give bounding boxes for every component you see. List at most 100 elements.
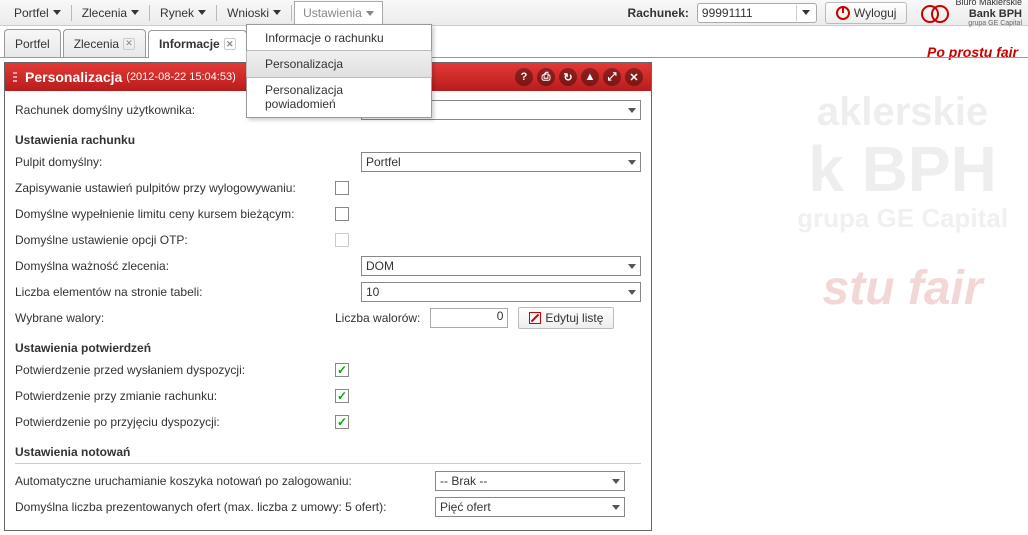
menu-ustawienia[interactable]: Ustawienia: [294, 1, 383, 25]
pulpit-select[interactable]: Portfel: [361, 152, 641, 172]
confirm-before-checkbox[interactable]: [335, 363, 349, 377]
menu-label: Portfel: [14, 6, 49, 20]
chosen-count-input[interactable]: 0: [430, 308, 508, 328]
fill-limit-checkbox[interactable]: [335, 207, 349, 221]
confirm-before-label: Potwierdzenie przed wysłaniem dyspozycji…: [15, 363, 335, 377]
caret-down-icon: [628, 290, 636, 295]
main-menu: Portfel Zlecenia Rynek Wnioski Ustawieni…: [6, 1, 383, 25]
panel-timestamp: (2012-08-22 15:04:53): [126, 71, 235, 83]
panel-body: Rachunek domyślny użytkownika: 99991111 …: [5, 91, 651, 530]
menu-zlecenia[interactable]: Zlecenia: [74, 1, 147, 25]
menu-separator: [291, 5, 292, 21]
wm-line: aklerskie: [797, 90, 1008, 134]
section-confirm: Ustawienia potwierdzeń: [15, 341, 641, 355]
validity-select[interactable]: DOM: [361, 256, 641, 276]
chosen-controls: Liczba walorów: 0 Edytuj listę: [335, 307, 614, 329]
tab-label: Portfel: [15, 37, 50, 51]
offers-select[interactable]: Pięć ofert: [435, 497, 625, 517]
menu-label: Wnioski: [227, 6, 269, 20]
menu-separator: [216, 5, 217, 21]
menu-separator: [149, 5, 150, 21]
account-select[interactable]: 99991111: [697, 3, 817, 23]
confirm-change-checkbox[interactable]: [335, 389, 349, 403]
top-menubar: Portfel Zlecenia Rynek Wnioski Ustawieni…: [0, 0, 1028, 26]
panel-collapse-icon[interactable]: ▲: [581, 68, 599, 86]
menu-wnioski[interactable]: Wnioski: [219, 1, 289, 25]
caret-down-icon: [612, 479, 620, 484]
topbar-right: Rachunek: 99991111 Wyloguj Biuro Maklers…: [628, 0, 1022, 27]
tab-label: Informacje: [159, 37, 220, 51]
grip-icon[interactable]: [13, 72, 17, 82]
logo-text: Biuro Maklerskie Bank BPH grupa GE Capit…: [955, 0, 1022, 27]
panel-title: Personalizacja: [25, 69, 122, 85]
save-desktop-checkbox[interactable]: [335, 181, 349, 195]
menu-portfel[interactable]: Portfel: [6, 1, 69, 25]
wm-line: k BPH: [797, 134, 1008, 204]
tabstrip: Portfel Zlecenia✕ Informacje✕ H ↻ ✚ ✎ 💾 …: [0, 26, 1028, 58]
menu-separator: [71, 5, 72, 21]
close-icon[interactable]: ✕: [123, 38, 135, 50]
dropdown-item-personalizacja[interactable]: Personalizacja: [246, 50, 432, 78]
panel-expand-icon[interactable]: ⤢: [603, 68, 621, 86]
edit-list-button[interactable]: Edytuj listę: [518, 307, 614, 329]
section-account: Ustawienia rachunku: [15, 133, 641, 147]
tab-zlecenia[interactable]: Zlecenia ✕: [63, 29, 146, 57]
select-value: DOM: [366, 259, 394, 273]
menu-rynek[interactable]: Rynek: [152, 1, 214, 25]
ustawienia-dropdown: Informacje o rachunku Personalizacja Per…: [246, 24, 432, 118]
logo-line2: Bank BPH: [955, 8, 1022, 20]
logout-label: Wyloguj: [854, 6, 897, 20]
caret-down-icon: [628, 160, 636, 165]
account-label: Rachunek:: [628, 6, 689, 20]
logout-button[interactable]: Wyloguj: [825, 2, 908, 24]
wm-line: stu fair: [797, 263, 1008, 316]
chosen-label: Wybrane walory:: [15, 311, 335, 325]
chosen-count-label: Liczba walorów:: [335, 311, 420, 325]
dropdown-item-info[interactable]: Informacje o rachunku: [247, 25, 431, 51]
auto-basket-label: Automatyczne uruchamianie koszyka notowa…: [15, 474, 435, 488]
panel-print-icon[interactable]: ⎙: [537, 68, 555, 86]
panel-refresh-icon[interactable]: ↻: [559, 68, 577, 86]
auto-basket-select[interactable]: -- Brak --: [435, 471, 625, 491]
otp-checkbox[interactable]: [335, 233, 349, 247]
tab-informacje[interactable]: Informacje ✕: [148, 30, 247, 58]
caret-down-icon: [628, 108, 636, 113]
watermark: aklerskie k BPH grupa GE Capital stu fai…: [797, 90, 1008, 316]
confirm-after-label: Potwierdzenie po przyjęciu dyspozycji:: [15, 415, 335, 429]
confirm-change-label: Potwierdzenie przy zmianie rachunku:: [15, 389, 335, 403]
caret-down-icon: [53, 10, 61, 15]
dropdown-item-powiadomien[interactable]: Personalizacja powiadomień: [247, 77, 431, 117]
offers-label: Domyślna liczba prezentowanych ofert (ma…: [15, 500, 435, 514]
logo-circles-icon: [921, 1, 949, 25]
select-value: -- Brak --: [440, 474, 487, 488]
pencil-icon: [529, 312, 541, 324]
page-size-select[interactable]: 10: [361, 282, 641, 302]
caret-down-icon: [366, 11, 374, 16]
otp-label: Domyślne ustawienie opcji OTP:: [15, 233, 335, 247]
validity-label: Domyślna ważność zlecenia:: [15, 259, 335, 273]
select-value: Pięć ofert: [440, 500, 491, 514]
panel-help-icon[interactable]: ?: [515, 68, 533, 86]
caret-down-icon: [198, 10, 206, 15]
account-value: 99991111: [702, 6, 753, 20]
menu-label: Rynek: [160, 6, 194, 20]
page-size-label: Liczba elementów na stronie tabeli:: [15, 285, 335, 299]
dropdown-caret-icon: [796, 5, 812, 21]
caret-down-icon: [273, 10, 281, 15]
wm-line: grupa GE Capital: [797, 204, 1008, 233]
confirm-after-checkbox[interactable]: [335, 415, 349, 429]
menu-label: Zlecenia: [82, 6, 127, 20]
panel-header-icons: ? ⎙ ↻ ▲ ⤢ ✕: [515, 68, 643, 86]
divider: [15, 463, 641, 464]
tab-portfel[interactable]: Portfel: [4, 29, 61, 57]
close-icon[interactable]: ✕: [224, 38, 236, 50]
panel-close-icon[interactable]: ✕: [625, 68, 643, 86]
power-icon: [836, 6, 850, 20]
section-quotes: Ustawienia notowań: [15, 445, 641, 459]
select-value: 10: [366, 285, 379, 299]
tab-label: Zlecenia: [74, 37, 119, 51]
menu-label: Ustawienia: [303, 6, 362, 20]
personalizacja-panel: Personalizacja (2012-08-22 15:04:53) ? ⎙…: [4, 62, 652, 531]
edit-list-label: Edytuj listę: [545, 311, 603, 325]
save-desktop-label: Zapisywanie ustawień pulpitów przy wylog…: [15, 181, 335, 195]
